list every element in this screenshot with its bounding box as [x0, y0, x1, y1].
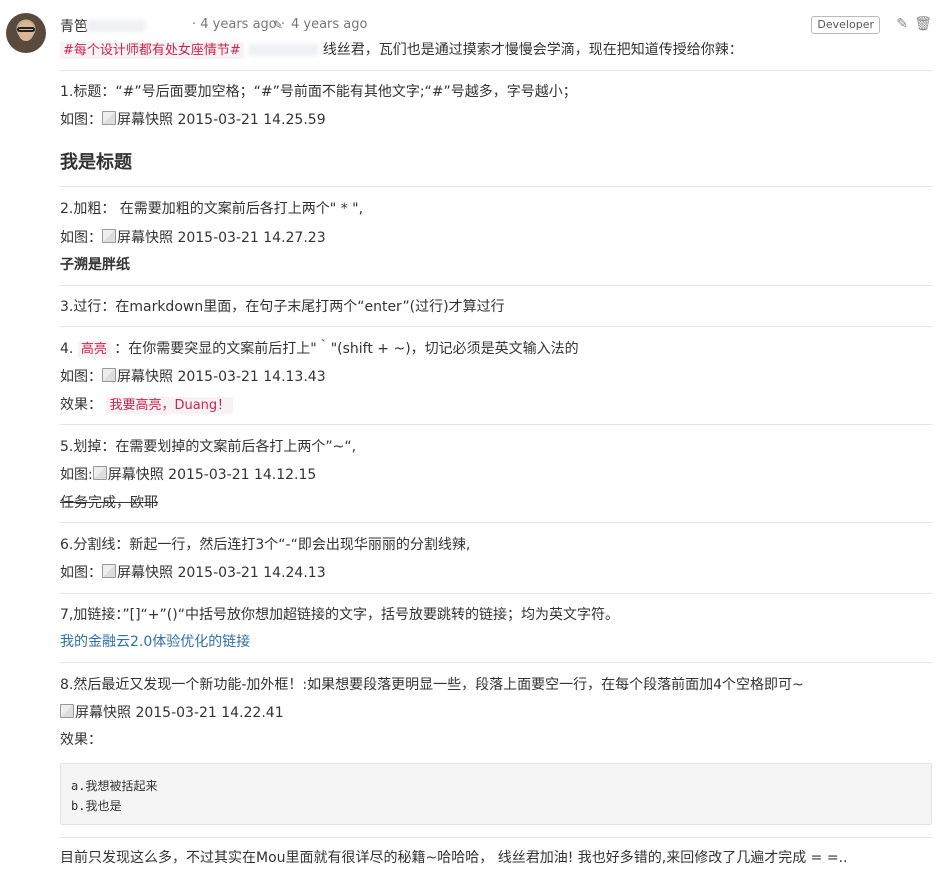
section-4-rest: ：在你需要突显的文案前后打上"｀"(shift + ~)，切记必须是英文输入法的 — [114, 341, 579, 357]
section-6-text: 6.分割线：新起一行，然后连打3个“-“即会出现华丽丽的分割线辣, — [60, 537, 471, 553]
broken-image[interactable]: 屏幕快照 2015-03-21 14.22.41 — [60, 705, 284, 721]
figure-label: 如图: — [60, 467, 93, 483]
broken-image[interactable]: 屏幕快照 2015-03-21 14.27.23 — [102, 230, 326, 246]
section-1-figure: 如图： 屏幕快照 2015-03-21 14.25.59 — [60, 110, 326, 130]
bold-example: 子溯是胖纸 — [60, 257, 130, 273]
separator: · — [192, 17, 197, 32]
highlight-example: 我要高亮，Duang！ — [106, 397, 234, 414]
divider — [60, 662, 932, 663]
section-7-text: 7,加链接：”[]“+”()“中括号放你想加超链接的文字，括号放要跳转的链接；均… — [60, 607, 619, 623]
section-8-figure: 屏幕快照 2015-03-21 14.22.41 — [60, 703, 284, 723]
divider — [60, 424, 932, 425]
section-2-text: 2.加粗： 在需要加粗的文案前后各打上两个" * ", — [60, 201, 364, 217]
divider — [60, 837, 932, 838]
broken-image[interactable]: 屏幕快照 2015-03-21 14.12.15 — [93, 467, 317, 483]
section-8-text: 8.然后最近又发现一个新功能-加外框！:如果想要段落更明显一些，段落上面要空一行… — [60, 677, 804, 693]
edited-pencil-icon: ✎ — [273, 18, 284, 32]
role-badge: Developer — [811, 16, 880, 34]
divider — [60, 285, 932, 286]
section-4-figure: 如图： 屏幕快照 2015-03-21 14.13.43 — [60, 367, 326, 387]
broken-image[interactable]: 屏幕快照 2015-03-21 14.24.13 — [102, 565, 326, 581]
redacted-mention — [248, 44, 319, 56]
avatar-glasses — [17, 27, 35, 32]
divider — [60, 593, 932, 594]
comment-header: 青笆 · 4 years ago · ✎ 4 years ago Develop… — [60, 16, 932, 38]
intro-line: #每个设计师都有处女座情节# 线丝君，瓦们也是通过摸索才慢慢会学滴，现在把知道传… — [60, 40, 743, 61]
figure-label: 如图： — [60, 565, 102, 581]
created-time-group: · 4 years ago · — [192, 17, 285, 32]
intro-text: 线丝君，瓦们也是通过摸索才慢慢会学滴，现在把知道传授给你辣： — [322, 42, 743, 58]
section-4-text: 4. 高亮 ：在你需要突显的文案前后打上"｀"(shift + ~)，切记必须是… — [60, 339, 579, 360]
divider — [60, 522, 932, 523]
edited-time[interactable]: 4 years ago — [291, 17, 367, 32]
broken-image[interactable]: 屏幕快照 2015-03-21 14.13.43 — [102, 369, 326, 385]
delete-comment-icon[interactable]: 🗑 — [914, 16, 932, 32]
code-line: a.我想被括起来 — [71, 779, 158, 793]
divider — [60, 186, 932, 187]
effect-label: 效果： — [60, 397, 102, 413]
example-link[interactable]: 我的金融云2.0体验优化的链接 — [60, 632, 250, 652]
redacted-username — [86, 20, 146, 32]
avatar[interactable] — [6, 13, 46, 53]
section-2-figure: 如图： 屏幕快照 2015-03-21 14.27.23 — [60, 228, 326, 248]
topic-tag[interactable]: #每个设计师都有处女座情节# — [60, 42, 244, 59]
section-3-text: 3.过行：在markdown里面，在句子末尾打两个“enter”(过行)才算过行 — [60, 299, 505, 315]
edit-comment-icon[interactable]: ✎ — [896, 16, 908, 32]
code-block: a.我想被括起来 b.我也是 — [60, 763, 932, 825]
section-1-text: 1.标题：“#”号后面要加空格；“#”号前面不能有其他文字;“#”号越多，字号越… — [60, 84, 577, 100]
figure-label: 如图： — [60, 112, 102, 128]
divider — [60, 326, 932, 327]
figure-label: 如图： — [60, 230, 102, 246]
section-8-effect-label: 效果： — [60, 732, 102, 748]
figure-label: 如图： — [60, 369, 102, 385]
example-heading: 我是标题 — [60, 152, 132, 173]
author-name[interactable]: 青笆 — [60, 16, 88, 36]
divider — [60, 70, 932, 71]
outro-text: 目前只发现这么多，不过其实在Mou里面就有很详尽的秘籍~哈哈哈， 线丝君加油! … — [60, 850, 848, 866]
code-line: b.我也是 — [71, 799, 122, 813]
section-4-effect: 效果： 我要高亮，Duang！ — [60, 395, 234, 416]
section-5-figure: 如图: 屏幕快照 2015-03-21 14.12.15 — [60, 465, 316, 485]
highlight-tag: 高亮 — [77, 341, 110, 358]
broken-image[interactable]: 屏幕快照 2015-03-21 14.25.59 — [102, 112, 326, 128]
section-5-text: 5.划掉：在需要划掉的文案前后各打上两个”~“, — [60, 439, 357, 455]
section-6-figure: 如图： 屏幕快照 2015-03-21 14.24.13 — [60, 563, 326, 583]
section-4-prefix: 4. — [60, 341, 74, 357]
created-time[interactable]: 4 years ago — [200, 17, 276, 32]
strikethrough-example: 任务完成，欧耶 — [60, 495, 158, 511]
